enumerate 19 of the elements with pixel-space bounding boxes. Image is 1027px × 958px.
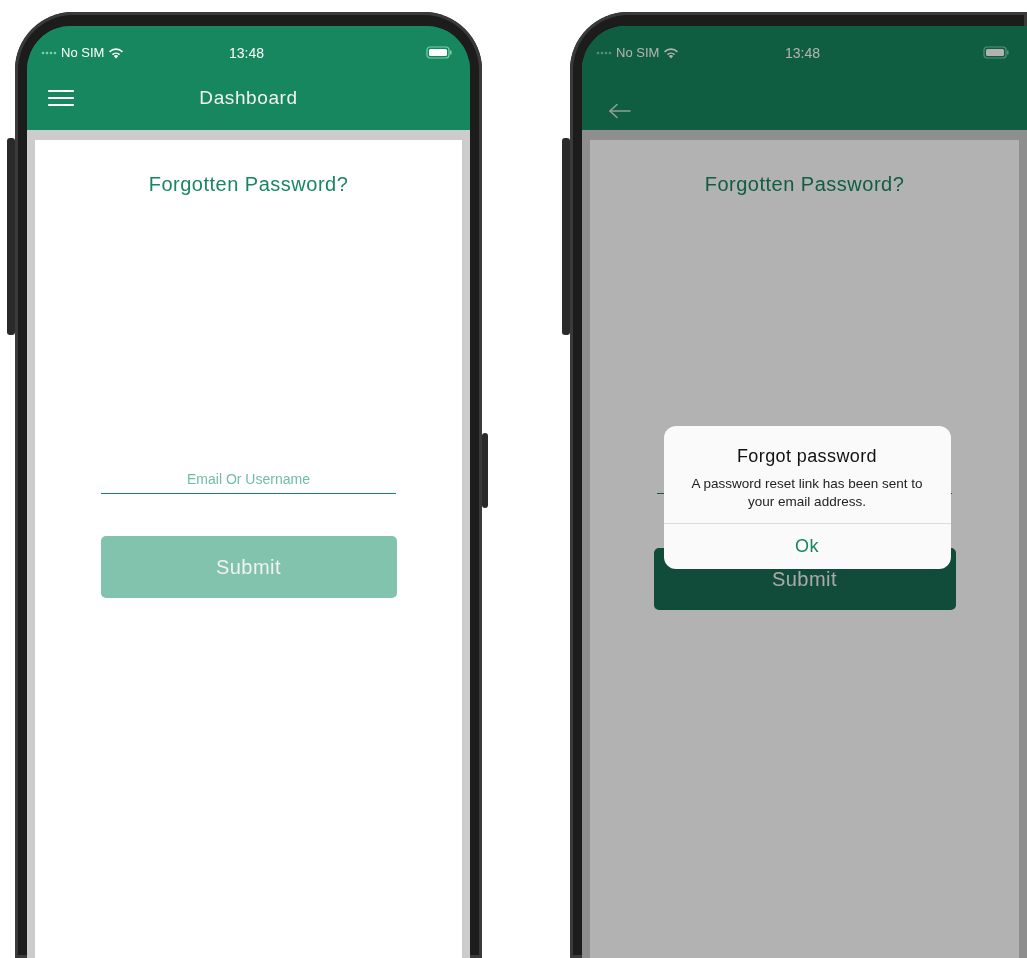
screen-title: Dashboard bbox=[199, 86, 298, 109]
signal-icon bbox=[41, 50, 57, 55]
battery-icon bbox=[426, 46, 452, 59]
dialog-title: Forgot password bbox=[736, 446, 878, 467]
battery-icon bbox=[983, 46, 1009, 59]
dialog-message: A password reset link has been sent to your email address. bbox=[690, 475, 924, 511]
status-time: 13:48 bbox=[785, 44, 821, 61]
carrier-text: No SIM bbox=[616, 45, 660, 60]
menu-icon[interactable] bbox=[47, 87, 75, 108]
form-heading: Forgotten Password? bbox=[148, 173, 349, 196]
wifi-icon bbox=[108, 46, 125, 59]
form-heading: Forgotten Password? bbox=[704, 173, 905, 196]
signal-icon bbox=[596, 50, 612, 55]
back-arrow-icon[interactable] bbox=[608, 103, 632, 119]
ok-button[interactable]: Ok bbox=[663, 523, 951, 569]
input-field[interactable]: Email Or Username bbox=[101, 458, 396, 494]
status-time: 13:48 bbox=[229, 44, 265, 61]
wifi-icon bbox=[663, 46, 680, 59]
carrier-text: No SIM bbox=[61, 45, 105, 60]
